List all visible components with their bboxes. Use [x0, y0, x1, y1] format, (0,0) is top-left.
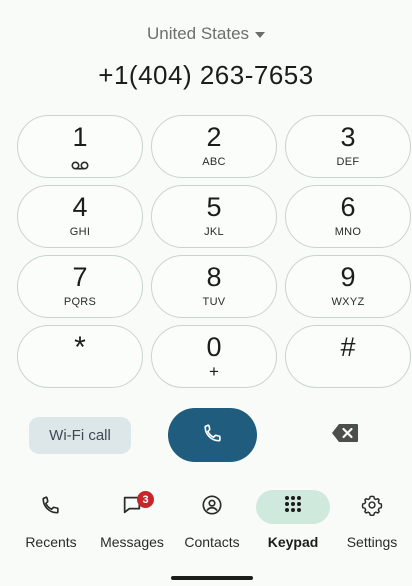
call-button[interactable] [168, 408, 257, 462]
key-digit: 7 [72, 262, 88, 292]
home-indicator[interactable] [171, 576, 253, 580]
nav-label: Keypad [267, 534, 319, 550]
key-letters: PQRS [63, 296, 97, 308]
key-digit: # [340, 332, 356, 362]
key-digit: 5 [206, 192, 222, 222]
key-hash[interactable]: # [285, 325, 411, 388]
dialed-number: +1(404) 263-7653 [98, 60, 314, 90]
key-2[interactable]: 2 ABC [151, 115, 277, 178]
nav-label: Contacts [184, 534, 240, 550]
key-3[interactable]: 3 DEF [285, 115, 411, 178]
voicemail-icon [71, 157, 89, 175]
key-digit: 1 [72, 122, 88, 152]
nav-label: Recents [25, 534, 77, 550]
key-digit: 9 [340, 262, 356, 292]
key-digit: 4 [72, 192, 88, 222]
key-1[interactable]: 1 [17, 115, 143, 178]
bottom-navigation: Recents 3 Messages Contacts Keypad Setti… [0, 490, 412, 560]
key-letters: GHI [69, 226, 91, 238]
unread-badge: 3 [137, 491, 154, 508]
active-indicator [256, 490, 330, 524]
key-8[interactable]: 8 TUV [151, 255, 277, 318]
country-label: United States [146, 24, 250, 43]
nav-keypad[interactable]: Keypad [248, 490, 338, 550]
nav-messages[interactable]: 3 Messages [87, 490, 177, 550]
wifi-call-label: Wi-Fi call [49, 427, 111, 444]
key-digit: * [74, 331, 86, 364]
phone-icon [202, 422, 224, 449]
key-digit: 2 [206, 122, 222, 152]
key-letters: TUV [202, 296, 226, 308]
key-digit: 6 [340, 192, 356, 222]
key-5[interactable]: 5 JKL [151, 185, 277, 248]
country-selector[interactable]: United States [0, 24, 412, 44]
gear-icon [361, 494, 383, 521]
key-4[interactable]: 4 GHI [17, 185, 143, 248]
key-7[interactable]: 7 PQRS [17, 255, 143, 318]
key-digit: 0 [206, 332, 222, 362]
nav-contacts[interactable]: Contacts [167, 490, 257, 550]
backspace-button[interactable] [331, 423, 359, 448]
dropdown-caret-icon [255, 32, 266, 38]
phone-icon [40, 494, 62, 521]
key-9[interactable]: 9 WXYZ [285, 255, 411, 318]
nav-label: Settings [346, 534, 398, 550]
wifi-call-button[interactable]: Wi-Fi call [29, 417, 131, 454]
key-star[interactable]: * [17, 325, 143, 388]
key-letters: DEF [336, 156, 360, 168]
key-0[interactable]: 0 + [151, 325, 277, 388]
key-digit: 3 [340, 122, 356, 152]
key-letters: JKL [204, 226, 224, 238]
key-plus: + [209, 362, 219, 381]
key-letters: ABC [202, 156, 226, 168]
key-digit: 8 [206, 262, 222, 292]
key-letters: MNO [334, 226, 362, 238]
contacts-icon [201, 494, 223, 521]
nav-settings[interactable]: Settings [327, 490, 412, 550]
backspace-icon [331, 423, 359, 448]
key-letters: WXYZ [331, 296, 365, 308]
dialpad: 1 2 ABC 3 DEF 4 GHI 5 JKL 6 MNO 7 PQRS 8… [17, 115, 411, 388]
nav-label: Messages [100, 534, 164, 550]
nav-recents[interactable]: Recents [6, 490, 96, 550]
dialpad-icon [283, 495, 303, 520]
key-6[interactable]: 6 MNO [285, 185, 411, 248]
